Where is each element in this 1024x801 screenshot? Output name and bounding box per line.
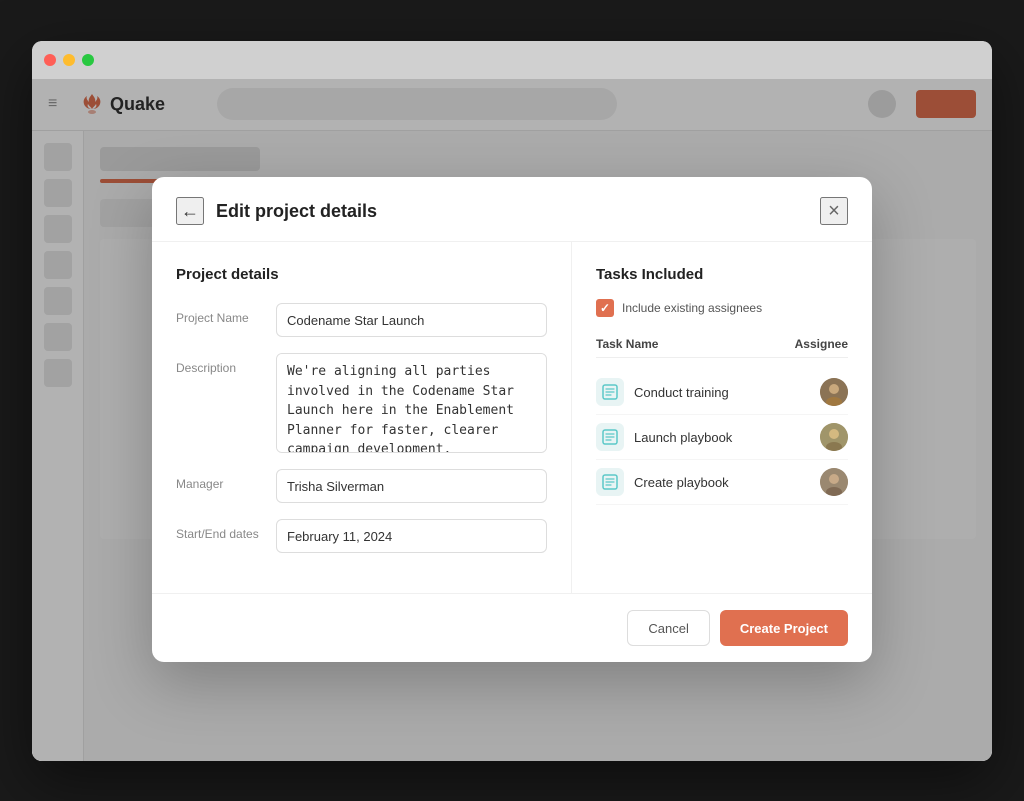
avatar-2 (820, 423, 848, 451)
col-header-task-name: Task Name (596, 337, 658, 351)
traffic-light-yellow[interactable] (63, 54, 75, 66)
project-name-row: Project Name (176, 303, 547, 337)
task-icon-3 (596, 468, 624, 496)
dates-input[interactable] (276, 519, 547, 553)
modal-overlay: ← Edit project details × Project details… (32, 79, 992, 761)
avatar-1 (820, 378, 848, 406)
checkmark-icon: ✓ (600, 301, 610, 315)
manager-label: Manager (176, 469, 276, 491)
dates-label: Start/End dates (176, 519, 276, 541)
task-icon-1 (596, 378, 624, 406)
back-button[interactable]: ← (176, 197, 204, 225)
modal-body: Project details Project Name Description… (152, 242, 872, 593)
task-row-3: Create playbook (596, 460, 848, 505)
close-button[interactable]: × (820, 197, 848, 225)
edit-project-modal: ← Edit project details × Project details… (152, 177, 872, 662)
traffic-light-green[interactable] (82, 54, 94, 66)
task-icon-2 (596, 423, 624, 451)
description-label: Description (176, 353, 276, 375)
modal-footer: Cancel Create Project (152, 593, 872, 662)
tasks-column-headers: Task Name Assignee (596, 337, 848, 358)
include-assignees-row: ✓ Include existing assignees (596, 299, 848, 317)
task-row-1: Conduct training (596, 370, 848, 415)
task-name-1: Conduct training (634, 385, 820, 400)
description-textarea[interactable]: We're aligning all parties involved in t… (276, 353, 547, 453)
manager-input[interactable] (276, 469, 547, 503)
browser-window: ≡ Quake (32, 41, 992, 761)
project-name-label: Project Name (176, 303, 276, 325)
cancel-button[interactable]: Cancel (627, 610, 709, 646)
avatar-3 (820, 468, 848, 496)
browser-content: ≡ Quake (32, 79, 992, 761)
task-name-3: Create playbook (634, 475, 820, 490)
task-row-2: Launch playbook (596, 415, 848, 460)
include-assignees-checkbox[interactable]: ✓ (596, 299, 614, 317)
tasks-included-panel: Tasks Included ✓ Include existing assign… (572, 242, 872, 593)
tasks-header-title: Tasks Included (596, 266, 848, 283)
manager-row: Manager (176, 469, 547, 503)
project-details-title: Project details (176, 266, 547, 283)
modal-header: ← Edit project details × (152, 177, 872, 242)
project-name-input[interactable] (276, 303, 547, 337)
include-assignees-label: Include existing assignees (622, 301, 762, 315)
col-header-assignee: Assignee (795, 337, 848, 351)
create-project-button[interactable]: Create Project (720, 610, 848, 646)
traffic-light-red[interactable] (44, 54, 56, 66)
dates-row: Start/End dates (176, 519, 547, 553)
modal-title: Edit project details (216, 201, 377, 222)
task-name-2: Launch playbook (634, 430, 820, 445)
project-details-panel: Project details Project Name Description… (152, 242, 572, 593)
description-row: Description We're aligning all parties i… (176, 353, 547, 453)
browser-titlebar (32, 41, 992, 79)
